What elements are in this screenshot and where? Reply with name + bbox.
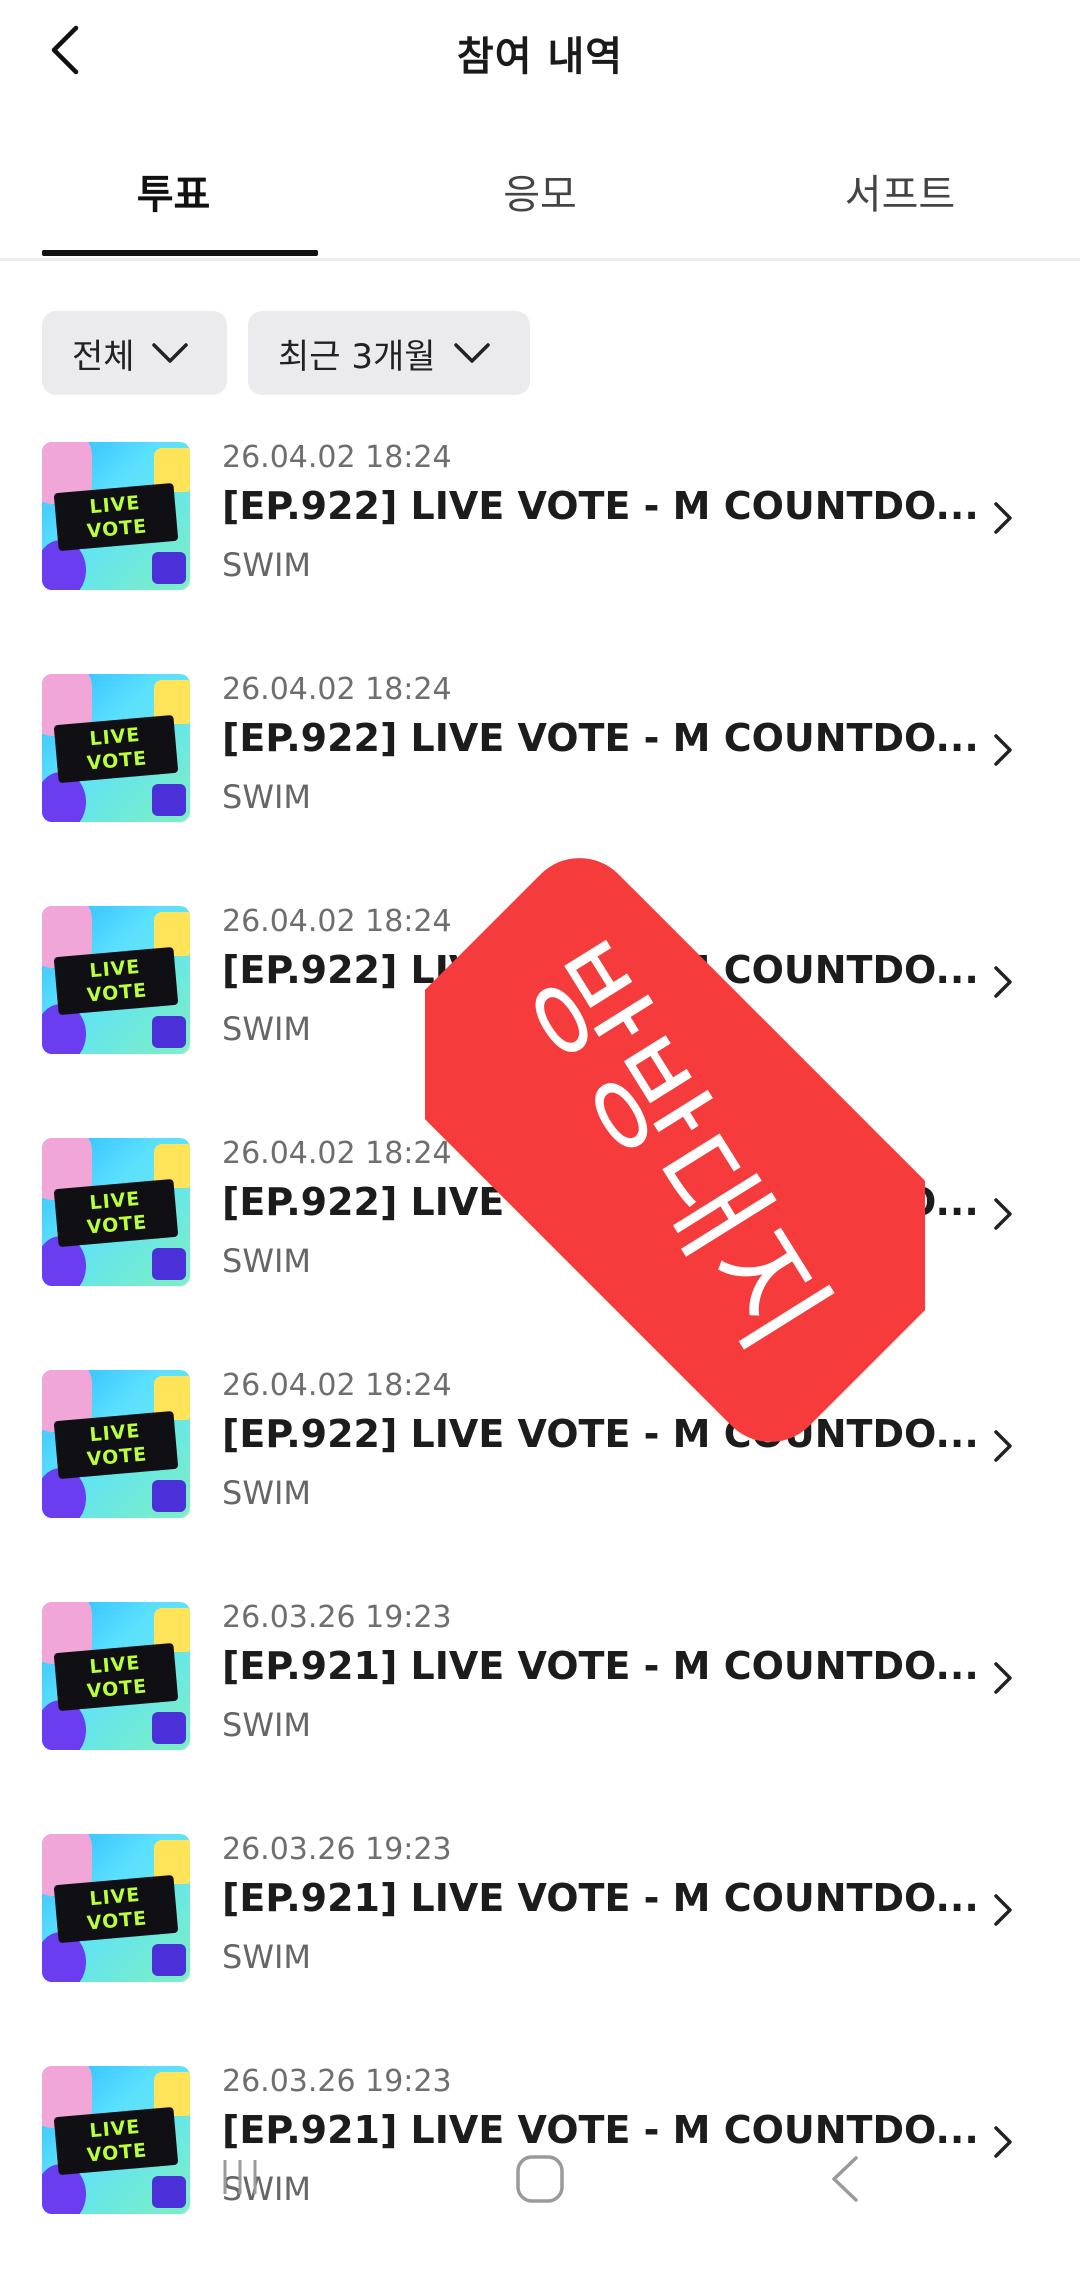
filter-all-dropdown[interactable]: 전체	[42, 311, 227, 395]
item-date: 26.04.02 18:24	[222, 904, 452, 939]
tab-bar: 투표 응모 서프트	[0, 140, 1080, 261]
thumbnail-text-vote: VOTE	[85, 747, 149, 775]
chevron-right-icon	[994, 734, 1012, 766]
item-artist: SWIM	[222, 546, 311, 584]
filter-all-label: 전체	[72, 336, 135, 377]
chevron-right-icon	[994, 1198, 1012, 1230]
item-artist: SWIM	[222, 1938, 311, 1976]
live-vote-thumbnail: LIVE VOTE	[42, 674, 190, 822]
tab-entry[interactable]: 응모	[390, 162, 690, 220]
item-title: [EP.921] LIVE VOTE - M COUNTDO...	[222, 1644, 979, 1688]
item-date: 26.03.26 19:23	[222, 1600, 452, 1635]
item-title: [EP.922] LIVE VOTE - M COUNTDO...	[222, 484, 979, 528]
recents-icon[interactable]	[215, 2152, 265, 2202]
item-date: 26.04.02 18:24	[222, 440, 452, 475]
thumbnail-text-vote: VOTE	[85, 1907, 149, 1935]
home-icon[interactable]	[513, 2152, 567, 2206]
chevron-right-icon	[994, 1430, 1012, 1462]
live-vote-thumbnail: LIVE VOTE	[42, 1834, 190, 1982]
item-date: 26.03.26 19:23	[222, 2064, 452, 2099]
active-tab-indicator	[42, 250, 318, 256]
live-vote-thumbnail: LIVE VOTE	[42, 1138, 190, 1286]
chevron-right-icon	[994, 502, 1012, 534]
page-title: 참여 내역	[456, 34, 624, 80]
list-item[interactable]: LIVE VOTE 26.04.02 18:24 [EP.922] LIVE V…	[0, 440, 1080, 672]
live-vote-thumbnail: LIVE VOTE	[42, 906, 190, 1054]
thumbnail-text-vote: VOTE	[85, 515, 149, 543]
item-date: 26.04.02 18:24	[222, 1136, 452, 1171]
item-date: 26.03.26 19:23	[222, 1832, 452, 1867]
filter-period-dropdown[interactable]: 최근 3개월	[248, 311, 530, 395]
live-vote-thumbnail: LIVE VOTE	[42, 1602, 190, 1750]
tab-support[interactable]: 서프트	[750, 162, 1050, 220]
list-item[interactable]: LIVE VOTE 26.03.26 19:23 [EP.921] LIVE V…	[0, 1832, 1080, 2064]
chevron-right-icon	[994, 966, 1012, 998]
thumbnail-text-vote: VOTE	[85, 979, 149, 1007]
system-nav-bar	[0, 2130, 1080, 2230]
filter-period-label: 최근 3개월	[278, 336, 436, 377]
item-artist: SWIM	[222, 1010, 311, 1048]
live-vote-thumbnail: LIVE VOTE	[42, 1370, 190, 1518]
item-date: 26.04.02 18:24	[222, 672, 452, 707]
chevron-right-icon	[994, 1662, 1012, 1694]
live-vote-thumbnail: LIVE VOTE	[42, 442, 190, 590]
list-item[interactable]: LIVE VOTE 26.03.26 19:23 [EP.921] LIVE V…	[0, 1600, 1080, 1832]
item-title: [EP.922] LIVE VOTE - M COUNTDO...	[222, 716, 979, 760]
item-artist: SWIM	[222, 1474, 311, 1512]
item-artist: SWIM	[222, 1706, 311, 1744]
back-icon[interactable]	[820, 2152, 870, 2206]
item-artist: SWIM	[222, 778, 311, 816]
header: 참여 내역	[0, 0, 1080, 110]
tab-vote[interactable]: 투표	[30, 162, 317, 220]
chevron-right-icon	[994, 1894, 1012, 1926]
watermark-stamp: 방방대지	[425, 858, 925, 1442]
thumbnail-text-vote: VOTE	[85, 1443, 149, 1471]
item-artist: SWIM	[222, 1242, 311, 1280]
chevron-down-icon	[454, 343, 490, 363]
thumbnail-text-vote: VOTE	[85, 1211, 149, 1239]
item-title: [EP.921] LIVE VOTE - M COUNTDO...	[222, 1876, 979, 1920]
thumbnail-text-vote: VOTE	[85, 1675, 149, 1703]
item-date: 26.04.02 18:24	[222, 1368, 452, 1403]
chevron-down-icon	[152, 343, 188, 363]
